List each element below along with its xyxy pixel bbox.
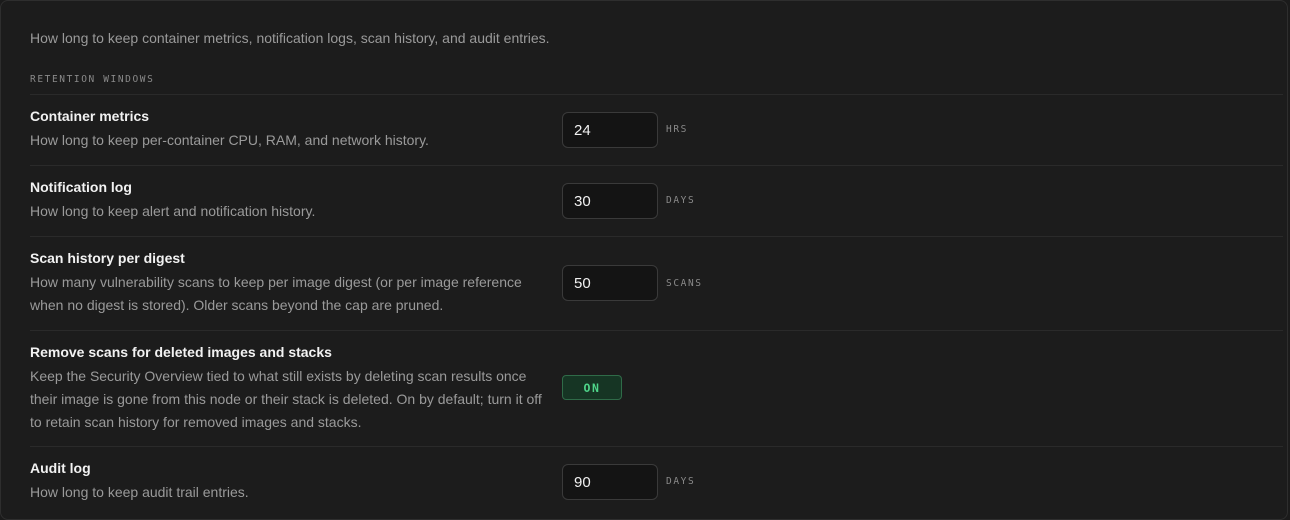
setting-row-audit-log: Audit log How long to keep audit trail e…	[30, 460, 1283, 516]
unit-label: DAYS	[666, 195, 696, 206]
scan-history-input[interactable]	[562, 265, 658, 301]
setting-description: How many vulnerability scans to keep per…	[30, 274, 522, 313]
notification-log-input[interactable]	[562, 183, 658, 219]
divider	[30, 94, 1283, 95]
remove-scans-toggle[interactable]: ON	[562, 375, 622, 400]
setting-row-scan-history: Scan history per digest How many vulnera…	[30, 250, 1283, 330]
setting-title: Scan history per digest	[30, 250, 185, 266]
divider	[30, 330, 1283, 331]
divider	[30, 446, 1283, 447]
unit-label: SCANS	[666, 278, 703, 289]
container-metrics-input[interactable]	[562, 112, 658, 148]
setting-title: Audit log	[30, 460, 91, 476]
setting-description: How long to keep alert and notification …	[30, 203, 316, 219]
retention-settings-panel: How long to keep container metrics, noti…	[0, 0, 1288, 520]
setting-description: How long to keep audit trail entries.	[30, 484, 249, 500]
divider	[30, 236, 1283, 237]
setting-row-notification-log: Notification log How long to keep alert …	[30, 179, 1283, 235]
divider	[30, 165, 1283, 166]
setting-title: Notification log	[30, 179, 132, 195]
setting-row-container-metrics: Container metrics How long to keep per-c…	[30, 108, 1283, 164]
setting-title: Container metrics	[30, 108, 150, 124]
setting-description: How long to keep per-container CPU, RAM,…	[30, 132, 429, 148]
unit-label: DAYS	[666, 476, 696, 487]
audit-log-input[interactable]	[562, 464, 658, 500]
section-heading-retention-windows: RETENTION WINDOWS	[30, 74, 155, 85]
panel-description: How long to keep container metrics, noti…	[30, 30, 550, 46]
setting-row-remove-scans: Remove scans for deleted images and stac…	[30, 344, 1283, 444]
setting-description: Keep the Security Overview tied to what …	[30, 368, 542, 430]
unit-label: HRS	[666, 124, 688, 135]
setting-title: Remove scans for deleted images and stac…	[30, 344, 332, 360]
